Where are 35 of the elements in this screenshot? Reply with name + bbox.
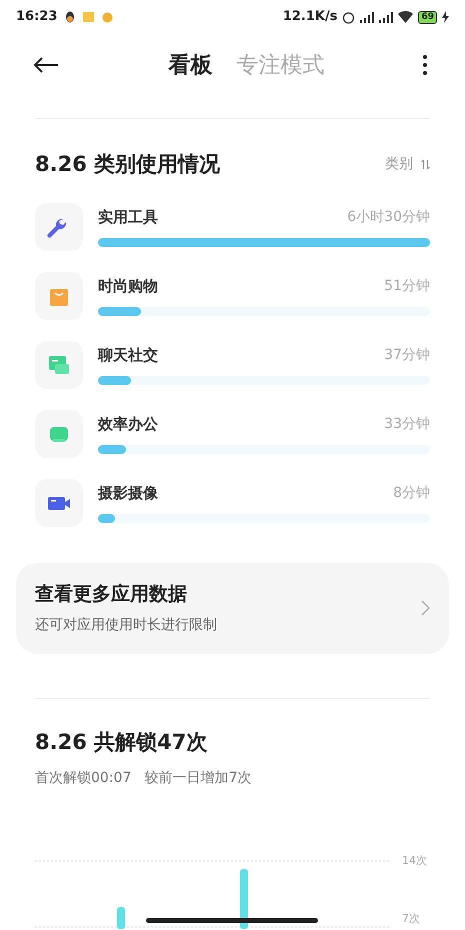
app-category-icon bbox=[35, 410, 83, 458]
category-name: 时尚购物 bbox=[98, 276, 158, 298]
sort-icon bbox=[421, 159, 430, 170]
usage-duration: 6小时30分钟 bbox=[347, 208, 430, 227]
battery-level: 69 bbox=[418, 10, 437, 24]
category-name: 聊天社交 bbox=[98, 345, 158, 366]
category-name: 效率办公 bbox=[98, 414, 158, 436]
card-title: 查看更多应用数据 bbox=[35, 582, 188, 608]
chevron-right-icon bbox=[421, 600, 430, 616]
category-name: 摄影摄像 bbox=[98, 483, 158, 504]
app-category-icon bbox=[35, 340, 83, 388]
usage-duration: 37分钟 bbox=[384, 346, 430, 365]
category-name: 实用工具 bbox=[98, 207, 158, 228]
unlock-summary: 首次解锁00:07 较前一日增加7次 bbox=[35, 769, 253, 788]
usage-duration: 51分钟 bbox=[384, 277, 430, 296]
signal-icon bbox=[360, 12, 374, 22]
axis-tick-label: 7次 bbox=[402, 910, 421, 926]
app-category-icon bbox=[35, 272, 83, 320]
network-speed: 12.1K/s bbox=[282, 8, 338, 26]
usage-duration: 33分钟 bbox=[384, 415, 430, 434]
note-icon bbox=[83, 12, 94, 22]
card-subtitle: 还可对应用使用时长进行限制 bbox=[35, 616, 217, 635]
axis-tick-label: 14次 bbox=[402, 853, 427, 869]
usage-duration: 8分钟 bbox=[393, 484, 430, 503]
app-category-icon bbox=[35, 478, 83, 526]
charging-icon bbox=[442, 11, 449, 23]
status-time: 16:23 bbox=[16, 8, 58, 26]
header-tab[interactable]: 看板 bbox=[168, 48, 212, 82]
app-category-icon bbox=[35, 202, 83, 250]
signal-icon bbox=[379, 12, 394, 22]
more-data-card[interactable]: 查看更多应用数据 还可对应用使用时长进行限制 bbox=[16, 562, 449, 654]
wifi-icon bbox=[398, 11, 414, 23]
section-title: 8.26 类别使用情况 bbox=[35, 151, 220, 178]
section-title: 8.26 共解锁47次 bbox=[35, 728, 208, 756]
back-arrow-icon bbox=[33, 57, 59, 73]
